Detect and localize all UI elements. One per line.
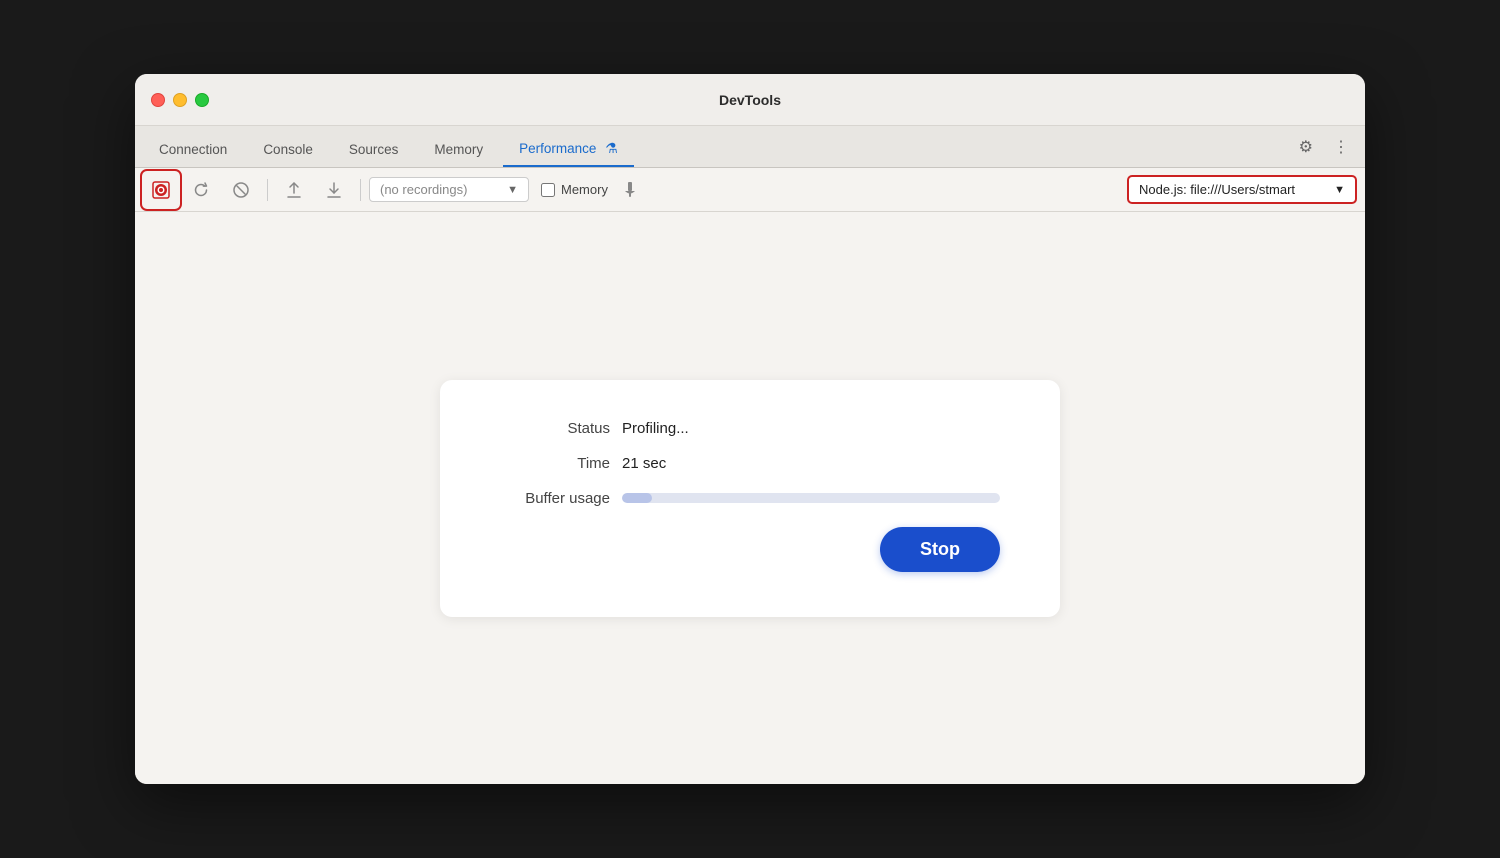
tab-console[interactable]: Console	[247, 134, 329, 167]
refresh-icon	[192, 181, 210, 199]
memory-checkbox[interactable]	[541, 183, 555, 197]
gc-button[interactable]	[612, 172, 648, 208]
toolbar: (no recordings) ▼ Memory Node.js: file:/…	[135, 168, 1365, 212]
separator-1	[267, 179, 268, 201]
buffer-label: Buffer usage	[500, 490, 610, 507]
flask-icon: ⚗	[605, 140, 618, 156]
memory-checkbox-container: Memory	[541, 182, 608, 197]
record-icon	[151, 180, 171, 200]
tab-connection[interactable]: Connection	[143, 134, 243, 167]
download-icon	[325, 181, 343, 199]
buffer-bar-fill	[622, 493, 652, 503]
status-card: Status Profiling... Time 21 sec Buffer u…	[440, 380, 1060, 617]
recordings-dropdown-arrow: ▼	[507, 184, 518, 196]
time-value: 21 sec	[622, 455, 666, 472]
more-button[interactable]: ⋮	[1329, 133, 1353, 161]
titlebar: DevTools	[135, 74, 1365, 126]
broom-icon	[620, 180, 640, 200]
status-value: Profiling...	[622, 420, 689, 437]
tabbar-actions: ⚙ ⋮	[1295, 133, 1353, 161]
minimize-button[interactable]	[173, 93, 187, 107]
buffer-row: Buffer usage	[500, 490, 1000, 507]
node-dropdown-arrow: ▼	[1334, 184, 1345, 196]
time-row: Time 21 sec	[500, 455, 1000, 472]
upload-button[interactable]	[276, 172, 312, 208]
close-button[interactable]	[151, 93, 165, 107]
maximize-button[interactable]	[195, 93, 209, 107]
tab-performance[interactable]: Performance ⚗	[503, 132, 634, 167]
clear-icon	[232, 181, 250, 199]
separator-2	[360, 179, 361, 201]
upload-icon	[285, 181, 303, 199]
memory-label[interactable]: Memory	[561, 182, 608, 197]
recordings-dropdown[interactable]: (no recordings) ▼	[369, 177, 529, 202]
main-content: Status Profiling... Time 21 sec Buffer u…	[135, 212, 1365, 784]
tab-sources[interactable]: Sources	[333, 134, 415, 167]
stop-button[interactable]: Stop	[880, 527, 1000, 572]
devtools-window: DevTools Connection Console Sources Memo…	[135, 74, 1365, 784]
traffic-lights	[151, 93, 209, 107]
refresh-button[interactable]	[183, 172, 219, 208]
tabbar: Connection Console Sources Memory Perfor…	[135, 126, 1365, 168]
download-button[interactable]	[316, 172, 352, 208]
status-row: Status Profiling...	[500, 420, 1000, 437]
node-selector[interactable]: Node.js: file:///Users/stmart ▼	[1127, 175, 1357, 204]
time-label: Time	[500, 455, 610, 472]
record-button[interactable]	[143, 172, 179, 208]
window-title: DevTools	[719, 92, 781, 108]
clear-button[interactable]	[223, 172, 259, 208]
settings-button[interactable]: ⚙	[1295, 133, 1317, 161]
stop-btn-row: Stop	[500, 527, 1000, 572]
status-label: Status	[500, 420, 610, 437]
tab-memory[interactable]: Memory	[418, 134, 499, 167]
buffer-bar-container	[622, 493, 1000, 503]
